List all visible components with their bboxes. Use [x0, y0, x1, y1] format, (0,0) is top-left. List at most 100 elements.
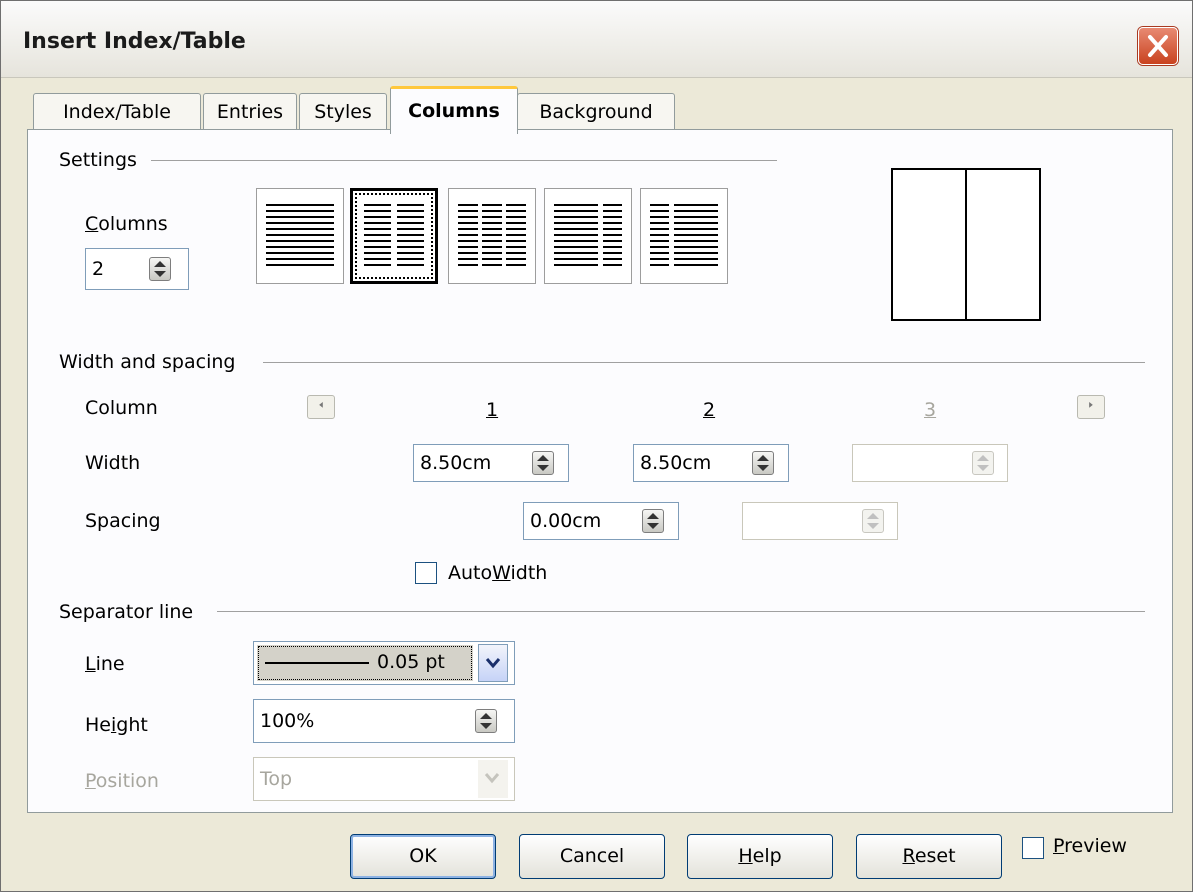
spin-down-icon: [537, 465, 549, 471]
reset-button[interactable]: Reset: [856, 834, 1002, 879]
spin-down-icon: [154, 271, 166, 277]
height-label: Height: [85, 714, 148, 736]
spin-up-icon: [480, 713, 492, 719]
column-number-2: 2: [703, 399, 716, 421]
tab-background[interactable]: Background: [517, 93, 675, 130]
spin-down-icon: [757, 465, 769, 471]
settings-rule: [151, 160, 777, 161]
height-label-pre: He: [85, 714, 111, 736]
right-wide-layout-icon: [650, 204, 718, 266]
line-label-rest: ine: [95, 653, 125, 675]
spacing-1-2-value: 0.00cm: [530, 510, 602, 532]
tab-columns[interactable]: Columns: [390, 86, 518, 134]
spacing-label: Spacing: [85, 510, 161, 532]
ok-button[interactable]: OK: [350, 834, 496, 879]
settings-section-label: Settings: [59, 149, 147, 171]
columns-count-value: 2: [92, 258, 105, 280]
spin-up-icon: [537, 455, 549, 461]
spin-up-icon: [977, 455, 989, 461]
help-button-rest: elp: [752, 845, 782, 867]
spin-up-icon: [867, 513, 879, 519]
height-label-post: ght: [116, 714, 148, 736]
columns-label: Columns: [85, 213, 168, 235]
previous-column-button[interactable]: 🢐: [307, 395, 335, 419]
line-label: Line: [85, 653, 125, 675]
width-spacing-section-label: Width and spacing: [59, 351, 246, 373]
autowidth-label-pre: Auto: [448, 562, 493, 584]
spin-up-icon: [647, 513, 659, 519]
help-button[interactable]: Help: [687, 834, 833, 879]
preview-column-divider: [965, 170, 967, 319]
line-style-dropdown-button[interactable]: [478, 644, 508, 682]
line-sample-icon: [265, 662, 369, 664]
spin-down-icon: [977, 465, 989, 471]
column-2-width-value: 8.50cm: [640, 452, 712, 474]
chevron-down-icon: [484, 773, 500, 784]
spin-up-icon: [757, 455, 769, 461]
columns-label-mnemonic: C: [85, 213, 99, 235]
separator-rule: [217, 611, 1145, 612]
column-1-width-spin-button[interactable]: [532, 451, 554, 475]
line-style-value: 0.05 pt: [377, 651, 445, 673]
separator-height-spin-button[interactable]: [475, 709, 497, 733]
preview-label-rest: review: [1064, 835, 1127, 857]
insert-index-table-dialog: Insert Index/Table Index/Table Entries S…: [0, 0, 1193, 892]
line-label-mnemonic: L: [85, 653, 96, 675]
tab-entries[interactable]: Entries: [203, 93, 297, 130]
left-wide-layout-icon: [554, 204, 622, 266]
layout-two-columns[interactable]: [350, 188, 438, 284]
spin-down-icon: [480, 723, 492, 729]
width-label: Width: [85, 452, 141, 474]
two-columns-layout-icon: [364, 204, 424, 266]
three-columns-layout-icon: [458, 204, 526, 266]
column-number-3: 3: [924, 399, 937, 421]
column-2-width-spin-button[interactable]: [752, 451, 774, 475]
window-title: Insert Index/Table: [23, 29, 246, 54]
separator-position-dropdown: Top: [253, 757, 515, 801]
columns-count-field[interactable]: 2: [85, 248, 189, 290]
arrow-right-icon: 🢒: [1088, 398, 1094, 413]
position-label-rest: osition: [95, 770, 159, 792]
position-label-mnemonic: P: [85, 770, 96, 792]
title-bar: Insert Index/Table: [1, 1, 1192, 78]
spacing-2-3-spin-button: [862, 509, 884, 533]
tab-index-table[interactable]: Index/Table: [33, 93, 201, 130]
column-label: Column: [85, 397, 158, 419]
column-1-width-value: 8.50cm: [420, 452, 492, 474]
autowidth-label-mnemonic: W: [492, 562, 511, 584]
spin-down-icon: [867, 523, 879, 529]
spacing-1-2-spin-button[interactable]: [642, 509, 664, 533]
autowidth-checkbox[interactable]: [415, 562, 437, 584]
position-label: Position: [85, 770, 159, 792]
arrow-left-icon: 🢐: [318, 398, 324, 413]
reset-button-rest: eset: [914, 845, 956, 867]
position-dropdown-button: [478, 760, 508, 798]
layout-three-columns[interactable]: [448, 188, 536, 284]
columns-count-spin-button[interactable]: [149, 257, 171, 281]
close-icon: [1148, 35, 1168, 57]
separator-section-label: Separator line: [59, 601, 204, 623]
preview-label-mnemonic: P: [1053, 835, 1065, 857]
preview-checkbox[interactable]: [1022, 837, 1044, 859]
one-column-layout-icon: [266, 204, 334, 266]
preview-label[interactable]: Preview: [1053, 835, 1127, 857]
column-3-width-spin-button: [972, 451, 994, 475]
line-style-selected-item: 0.05 pt: [257, 645, 473, 681]
layout-one-column[interactable]: [256, 188, 344, 284]
column-number-1: 1: [486, 399, 499, 421]
width-spacing-rule: [263, 362, 1145, 363]
layout-two-columns-left-wide[interactable]: [544, 188, 632, 284]
next-column-button[interactable]: 🢒: [1077, 395, 1105, 419]
cancel-button[interactable]: Cancel: [519, 834, 665, 879]
columns-label-rest: olumns: [98, 213, 168, 235]
spin-up-icon: [154, 261, 166, 267]
reset-button-mnemonic: R: [902, 845, 915, 867]
layout-two-columns-right-wide[interactable]: [640, 188, 728, 284]
column-preview-page: [891, 168, 1041, 321]
help-button-mnemonic: H: [738, 845, 753, 867]
tab-styles[interactable]: Styles: [299, 93, 387, 130]
close-button[interactable]: [1138, 27, 1178, 65]
line-style-dropdown[interactable]: 0.05 pt: [253, 641, 515, 685]
separator-height-value: 100%: [260, 710, 315, 732]
autowidth-label[interactable]: AutoWidth: [448, 562, 547, 584]
